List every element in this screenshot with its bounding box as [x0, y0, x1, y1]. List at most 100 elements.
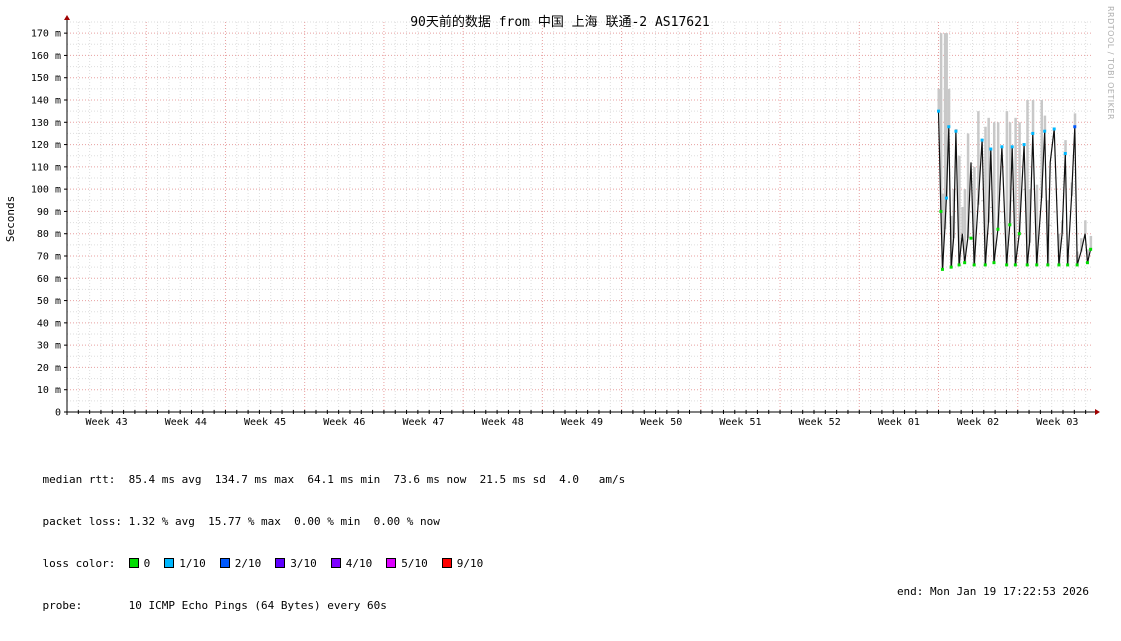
x-tick-label: Week 03 — [1036, 417, 1078, 428]
loss-key-label: 9/10 — [456, 557, 484, 570]
loss-marker — [954, 129, 958, 133]
stats-legend: median rtt: 85.4 ms avg 134.7 ms max 64.… — [16, 431, 1105, 613]
loss-key-label: 1/10 — [179, 557, 206, 570]
loss-marker — [937, 109, 941, 113]
loss-swatch — [219, 558, 230, 568]
loss-marker — [1085, 261, 1089, 265]
probe-row: probe: 10 ICMP Echo Pings (64 Bytes) eve… — [16, 585, 1105, 612]
loss-marker — [1010, 145, 1014, 149]
loss-marker — [963, 261, 967, 265]
loss-marker — [1052, 127, 1056, 131]
loss-marker — [980, 138, 984, 142]
loss-key-label: 3/10 — [290, 557, 317, 570]
loss-marker — [1089, 247, 1093, 251]
smoke-bar — [1084, 220, 1087, 234]
loss-swatch — [330, 558, 341, 568]
loss-key-5: 5/10 — [386, 557, 428, 571]
median-rtt-label: median rtt: — [42, 473, 116, 486]
loss-key-6: 9/10 — [441, 557, 484, 571]
loss-key-0: 0 — [128, 557, 151, 571]
x-tick-label: Week 45 — [244, 417, 286, 428]
smoke-bar — [947, 88, 951, 127]
probe-values: 10 ICMP Echo Pings (64 Bytes) every 60s — [82, 599, 387, 612]
y-tick-label: 170 m — [31, 29, 61, 40]
y-tick-label: 50 m — [37, 296, 61, 307]
loss-marker — [989, 147, 993, 151]
loss-marker — [1075, 263, 1079, 267]
loss-swatch — [164, 558, 175, 568]
x-tick-label: Week 01 — [878, 417, 920, 428]
x-tick-label: Week 52 — [799, 417, 841, 428]
loss-marker — [1017, 232, 1021, 236]
smoke-bar — [1064, 140, 1067, 154]
y-tick-label: 120 m — [31, 140, 61, 151]
loss-marker — [1057, 263, 1061, 267]
loss-marker — [939, 209, 943, 213]
loss-key-label: 0 — [143, 557, 151, 570]
loss-marker — [1043, 129, 1047, 133]
y-tick-label: 150 m — [31, 73, 61, 84]
loss-marker — [983, 263, 987, 267]
loss-color-row: loss color: 0 1/10 2/10 3/10 4/10 5/10 9/10 — [16, 543, 1105, 570]
smoke-bar — [1000, 211, 1004, 213]
y-tick-label: 0 — [55, 408, 61, 419]
x-tick-label: Week 46 — [323, 417, 365, 428]
loss-color-label: loss color: — [42, 557, 116, 570]
y-tick-label: 80 m — [37, 229, 61, 240]
rtt-chart: 0 10 m 20 m 30 m 40 m 50 m 60 m 70 m 80 m 90 m 100… — [0, 0, 1121, 430]
loss-marker — [1046, 263, 1050, 267]
x-tick-label: Week 02 — [957, 417, 999, 428]
loss-marker — [969, 236, 973, 240]
smoke-bar — [1043, 115, 1047, 132]
loss-marker — [1005, 263, 1009, 267]
packet-loss-label: packet loss: — [42, 515, 122, 528]
smoke-bar — [1053, 211, 1056, 213]
x-tick-label: Week 47 — [402, 417, 444, 428]
loss-swatch — [386, 558, 397, 568]
y-tick-label: 60 m — [37, 274, 61, 285]
loss-marker — [957, 263, 961, 267]
loss-marker — [1073, 125, 1077, 129]
loss-marker — [940, 267, 944, 271]
loss-key-label: 4/10 — [345, 557, 373, 570]
loss-swatch — [128, 558, 139, 568]
loss-swatch — [441, 558, 452, 568]
loss-marker — [1022, 143, 1026, 147]
loss-marker — [1063, 151, 1067, 155]
y-tick-label: 160 m — [31, 51, 61, 62]
loss-marker — [949, 265, 953, 269]
loss-marker — [1031, 131, 1035, 135]
x-tick-label: Week 43 — [86, 417, 128, 428]
y-tick-label: 10 m — [37, 385, 61, 396]
x-tick-label: Week 48 — [482, 417, 524, 428]
smoke-bar — [1089, 235, 1093, 250]
chart-title: 90天前的数据 from 中国 上海 联通-2 AS17621 — [410, 14, 710, 30]
y-tick-label: 20 m — [37, 363, 61, 374]
probe-label: probe: — [42, 599, 83, 612]
x-tick-label: Week 50 — [640, 417, 682, 428]
median-rtt-values: 85.4 ms avg 134.7 ms max 64.1 ms min 73.… — [115, 473, 626, 486]
y-tick-label: 70 m — [37, 252, 61, 263]
vendor-watermark: RRDTOOL / TOBI OETIKER — [1106, 6, 1115, 120]
loss-marker — [992, 261, 996, 265]
loss-key-label: 5/10 — [401, 557, 428, 570]
y-tick-label: 40 m — [37, 318, 61, 329]
end-timestamp: end: Mon Jan 19 17:22:53 2026 — [896, 585, 1089, 598]
smoke-bar — [937, 88, 941, 112]
y-tick-label: 130 m — [31, 118, 61, 129]
y-axis-label: Seconds — [4, 196, 17, 242]
y-tick-label: 90 m — [37, 207, 61, 218]
packet-loss-row: packet loss: 1.32 % avg 15.77 % max 0.00… — [16, 501, 1105, 528]
y-tick-label: 140 m — [31, 96, 61, 107]
x-tick-label: Week 49 — [561, 417, 603, 428]
loss-marker — [947, 125, 951, 129]
loss-color-keys: 0 1/10 2/10 3/10 4/10 5/10 9/10 — [128, 557, 498, 571]
loss-marker — [944, 196, 948, 200]
loss-marker — [1035, 263, 1039, 267]
loss-swatch — [275, 558, 286, 568]
x-tick-label: Week 44 — [165, 417, 207, 428]
median-rtt-row: median rtt: 85.4 ms avg 134.7 ms max 64.… — [16, 459, 1105, 486]
smoke-bar — [1049, 224, 1052, 226]
x-tick-label: Week 51 — [719, 417, 761, 428]
loss-marker — [1000, 145, 1004, 149]
